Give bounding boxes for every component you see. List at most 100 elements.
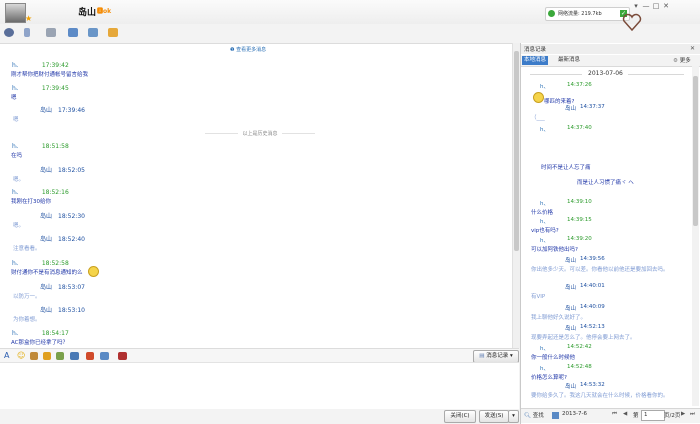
- music-icon[interactable]: [118, 352, 127, 360]
- shake-icon[interactable]: [86, 352, 94, 360]
- message-input[interactable]: [0, 362, 519, 409]
- image-icon[interactable]: [70, 352, 79, 360]
- history-sender: 岛山: [565, 258, 577, 264]
- close-button[interactable]: 关闭(C): [444, 410, 476, 423]
- message-header: h、 18:52:16: [12, 187, 69, 196]
- history-body: （___: [531, 115, 545, 121]
- message-time: 18:52:16: [41, 189, 69, 196]
- history-sender: 岛山: [565, 106, 577, 112]
- message-body: 以防万一。: [13, 294, 41, 300]
- screen-share-icon[interactable]: [68, 28, 78, 37]
- calendar-icon[interactable]: [552, 412, 559, 419]
- send-options-button[interactable]: ▾: [508, 410, 519, 423]
- message-body: AC那盒你已经拿了吗？: [11, 340, 69, 346]
- close-icon[interactable]: ✕: [661, 2, 671, 11]
- emoji-icon[interactable]: ☺: [17, 351, 25, 360]
- heart-icon: [622, 13, 642, 32]
- message-header: 岛山 18:52:30: [40, 211, 85, 220]
- message-sender: h、: [12, 85, 22, 92]
- history-scrollbar[interactable]: [692, 66, 699, 406]
- panel-close-icon[interactable]: ✕: [690, 45, 695, 52]
- history-sender: h、: [540, 201, 549, 207]
- history-body: 有VIP: [531, 294, 546, 300]
- magic-icon[interactable]: [43, 352, 51, 360]
- screenshot-icon[interactable]: [100, 352, 109, 360]
- history-panel-header: [521, 44, 700, 54]
- apps-icon[interactable]: [108, 28, 118, 37]
- message-time: 18:53:07: [58, 284, 85, 291]
- message-sender: 岛山: [40, 284, 53, 291]
- folder-icon[interactable]: [46, 28, 56, 37]
- history-time: 14:52:42: [567, 344, 592, 350]
- main-toolbar: [0, 25, 520, 41]
- message-time: 18:52:58: [41, 260, 69, 267]
- font-icon[interactable]: A: [4, 351, 9, 360]
- message-body: 我刚在打30给你: [11, 199, 51, 205]
- history-body: 现要弄起还是怎么了。他停会要上网去了。: [531, 335, 636, 341]
- message-body: 财付通你不是有消息通知的么: [11, 270, 83, 276]
- message-header: 岛山 17:39:46: [40, 105, 85, 114]
- history-date: 2013-07-06: [588, 70, 623, 77]
- date-picker[interactable]: 2013-7-6: [562, 411, 587, 417]
- history-body: 可以加阿铁他出吗?: [531, 247, 578, 253]
- status-icon[interactable]: [4, 28, 14, 37]
- emoji-face-icon: [533, 92, 544, 103]
- history-time: 14:53:32: [580, 382, 605, 388]
- message-body: 为你着想。: [13, 317, 41, 323]
- maximize-icon[interactable]: □: [651, 2, 661, 11]
- window-controls: ▾ — □ ✕: [631, 2, 671, 11]
- message-time: 18:52:05: [58, 167, 85, 174]
- message-body: 在吗: [11, 153, 23, 159]
- scrollbar-thumb[interactable]: [693, 76, 698, 226]
- traffic-indicator[interactable]: 网络流量: 219.7kb ✓: [545, 7, 630, 21]
- more-button[interactable]: ⚙ 更多: [673, 56, 691, 64]
- prev-page-icon[interactable]: ◀: [623, 411, 627, 417]
- message-sender: 岛山: [40, 107, 53, 114]
- history-body: vip也有吗?: [531, 228, 559, 234]
- message-time: 18:51:58: [41, 143, 69, 150]
- sticker-icon[interactable]: [56, 352, 64, 360]
- mic-icon[interactable]: [24, 28, 30, 37]
- page-input[interactable]: 1: [641, 410, 665, 421]
- view-more-history-link[interactable]: ❶ 查看更多消息: [230, 46, 266, 53]
- message-sender: h、: [12, 330, 22, 337]
- send-button[interactable]: 发送(S): [479, 410, 509, 423]
- history-time: 14:39:15: [567, 217, 592, 223]
- minimize-icon[interactable]: —: [641, 2, 651, 11]
- tab-local-messages[interactable]: 本地消息: [522, 56, 549, 65]
- scrollbar-thumb[interactable]: [514, 51, 519, 251]
- traffic-label: 网络流量: 219.7kb: [558, 11, 602, 17]
- message-body: 嗯。: [13, 177, 25, 183]
- message-time: 18:52:30: [58, 213, 85, 220]
- history-time: 14:39:10: [567, 199, 592, 205]
- gift-icon[interactable]: [30, 352, 38, 360]
- history-time: 14:39:56: [580, 256, 605, 262]
- remote-assist-icon[interactable]: [88, 28, 98, 37]
- divider: [530, 74, 582, 75]
- message-time: 17:39:46: [58, 107, 85, 114]
- search-button[interactable]: 🔍︎ 查找: [524, 411, 544, 419]
- history-body: 而是让人习惯了痛ヾ ヘ: [577, 180, 634, 186]
- tab-recent-messages[interactable]: 最新消息: [556, 56, 582, 65]
- next-page-icon[interactable]: ▶: [681, 411, 685, 417]
- history-body: 你一般什么时候他: [531, 355, 576, 361]
- chat-scrollbar[interactable]: [512, 43, 520, 348]
- history-body: 价格怎么算呢?: [531, 375, 567, 381]
- last-page-icon[interactable]: ⏭: [690, 411, 695, 418]
- history-body: 我上聊他好久说好了。: [531, 315, 587, 321]
- message-sender: 岛山: [40, 167, 53, 174]
- first-page-icon[interactable]: ⏮: [612, 411, 617, 418]
- history-time: 14:40:01: [580, 283, 605, 289]
- message-body: 嗯: [13, 117, 19, 123]
- history-time: 14:52:13: [580, 324, 605, 330]
- message-header: h、 18:54:17: [12, 328, 69, 337]
- history-body: 要你给多久了。我这几天就会在什么时候，价格看你的。: [531, 393, 669, 399]
- message-sender: 岛山: [40, 213, 53, 220]
- history-time: 14:37:26: [567, 82, 592, 88]
- history-body: 你出他多少天。可以差。你看他以前他还是要加回去吗。: [531, 267, 669, 273]
- avatar[interactable]: [5, 3, 26, 23]
- message-header: h、 17:39:45: [12, 83, 69, 92]
- message-time: 17:39:45: [41, 85, 69, 92]
- message-sender: h、: [12, 62, 22, 69]
- menu-icon[interactable]: ▾: [631, 2, 641, 11]
